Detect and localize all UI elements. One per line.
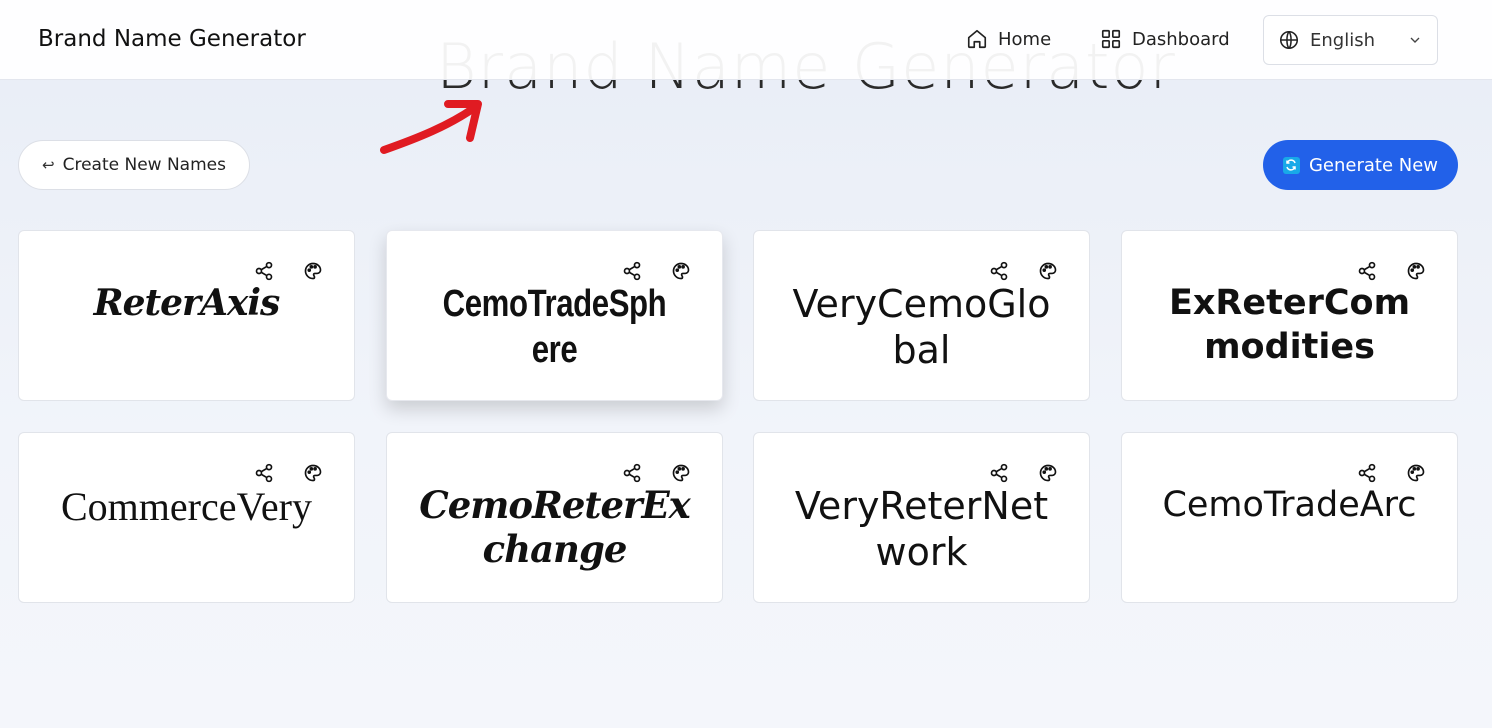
brand-name-text: ExReterCommodities bbox=[1168, 283, 1411, 367]
brand-name-text: CemoTradeArc bbox=[1162, 485, 1417, 525]
palette-icon[interactable] bbox=[1405, 462, 1427, 484]
brand-logo-text[interactable]: Brand Name Generator bbox=[38, 26, 306, 52]
palette-icon[interactable] bbox=[670, 462, 692, 484]
home-icon bbox=[967, 29, 987, 49]
name-card[interactable]: CommerceVery bbox=[18, 432, 355, 603]
generate-new-label: Generate New bbox=[1308, 154, 1439, 176]
dashboard-icon bbox=[1101, 29, 1121, 49]
share-icon[interactable] bbox=[253, 462, 275, 484]
return-icon: ↩ bbox=[42, 156, 55, 174]
share-icon[interactable] bbox=[621, 462, 643, 484]
name-card[interactable]: CemoTradeSphere bbox=[386, 230, 723, 401]
refresh-icon bbox=[1282, 156, 1300, 174]
brand-name-text: CemoTradeSphere bbox=[442, 283, 667, 371]
palette-icon[interactable] bbox=[1037, 260, 1059, 282]
create-new-names-button[interactable]: ↩ Create New Names bbox=[18, 140, 250, 190]
share-icon[interactable] bbox=[1356, 462, 1378, 484]
brand-name-text: VeryCemoGlobal bbox=[792, 282, 1051, 372]
name-card[interactable]: VeryReterNetwork bbox=[753, 432, 1090, 603]
name-card[interactable]: ExReterCommodities bbox=[1121, 230, 1458, 401]
name-card[interactable]: VeryCemoGlobal bbox=[753, 230, 1090, 401]
chevron-down-icon bbox=[1410, 37, 1420, 43]
create-new-names-label: Create New Names bbox=[62, 155, 226, 175]
nav-dashboard-label: Dashboard bbox=[1132, 28, 1230, 50]
share-icon[interactable] bbox=[621, 260, 643, 282]
share-icon[interactable] bbox=[988, 462, 1010, 484]
palette-icon[interactable] bbox=[670, 260, 692, 282]
share-icon[interactable] bbox=[988, 260, 1010, 282]
share-icon[interactable] bbox=[1356, 260, 1378, 282]
language-select[interactable]: English bbox=[1263, 15, 1438, 65]
name-card[interactable]: ReterAxis bbox=[18, 230, 355, 401]
globe-icon bbox=[1279, 30, 1299, 50]
generate-new-button[interactable]: Generate New bbox=[1263, 140, 1458, 190]
nav-dashboard[interactable]: Dashboard bbox=[1100, 28, 1230, 50]
palette-icon[interactable] bbox=[1037, 462, 1059, 484]
nav-home-label: Home bbox=[998, 28, 1052, 50]
name-card[interactable]: CemoReterExchange bbox=[386, 432, 723, 603]
palette-icon[interactable] bbox=[302, 462, 324, 484]
brand-name-text: CemoReterExchange bbox=[419, 483, 691, 571]
brand-name-text: VeryReterNetwork bbox=[794, 484, 1049, 574]
annotation-arrow bbox=[380, 100, 482, 154]
palette-icon[interactable] bbox=[302, 260, 324, 282]
name-card[interactable]: CemoTradeArc bbox=[1121, 432, 1458, 603]
brand-name-text: CommerceVery bbox=[60, 484, 312, 529]
language-value: English bbox=[1310, 29, 1375, 51]
nav-home[interactable]: Home bbox=[966, 28, 1051, 50]
palette-icon[interactable] bbox=[1405, 260, 1427, 282]
brand-name-text: ReterAxis bbox=[93, 282, 281, 324]
share-icon[interactable] bbox=[253, 260, 275, 282]
top-navbar: Brand Name Generator Home Dashboard Engl… bbox=[0, 0, 1492, 80]
